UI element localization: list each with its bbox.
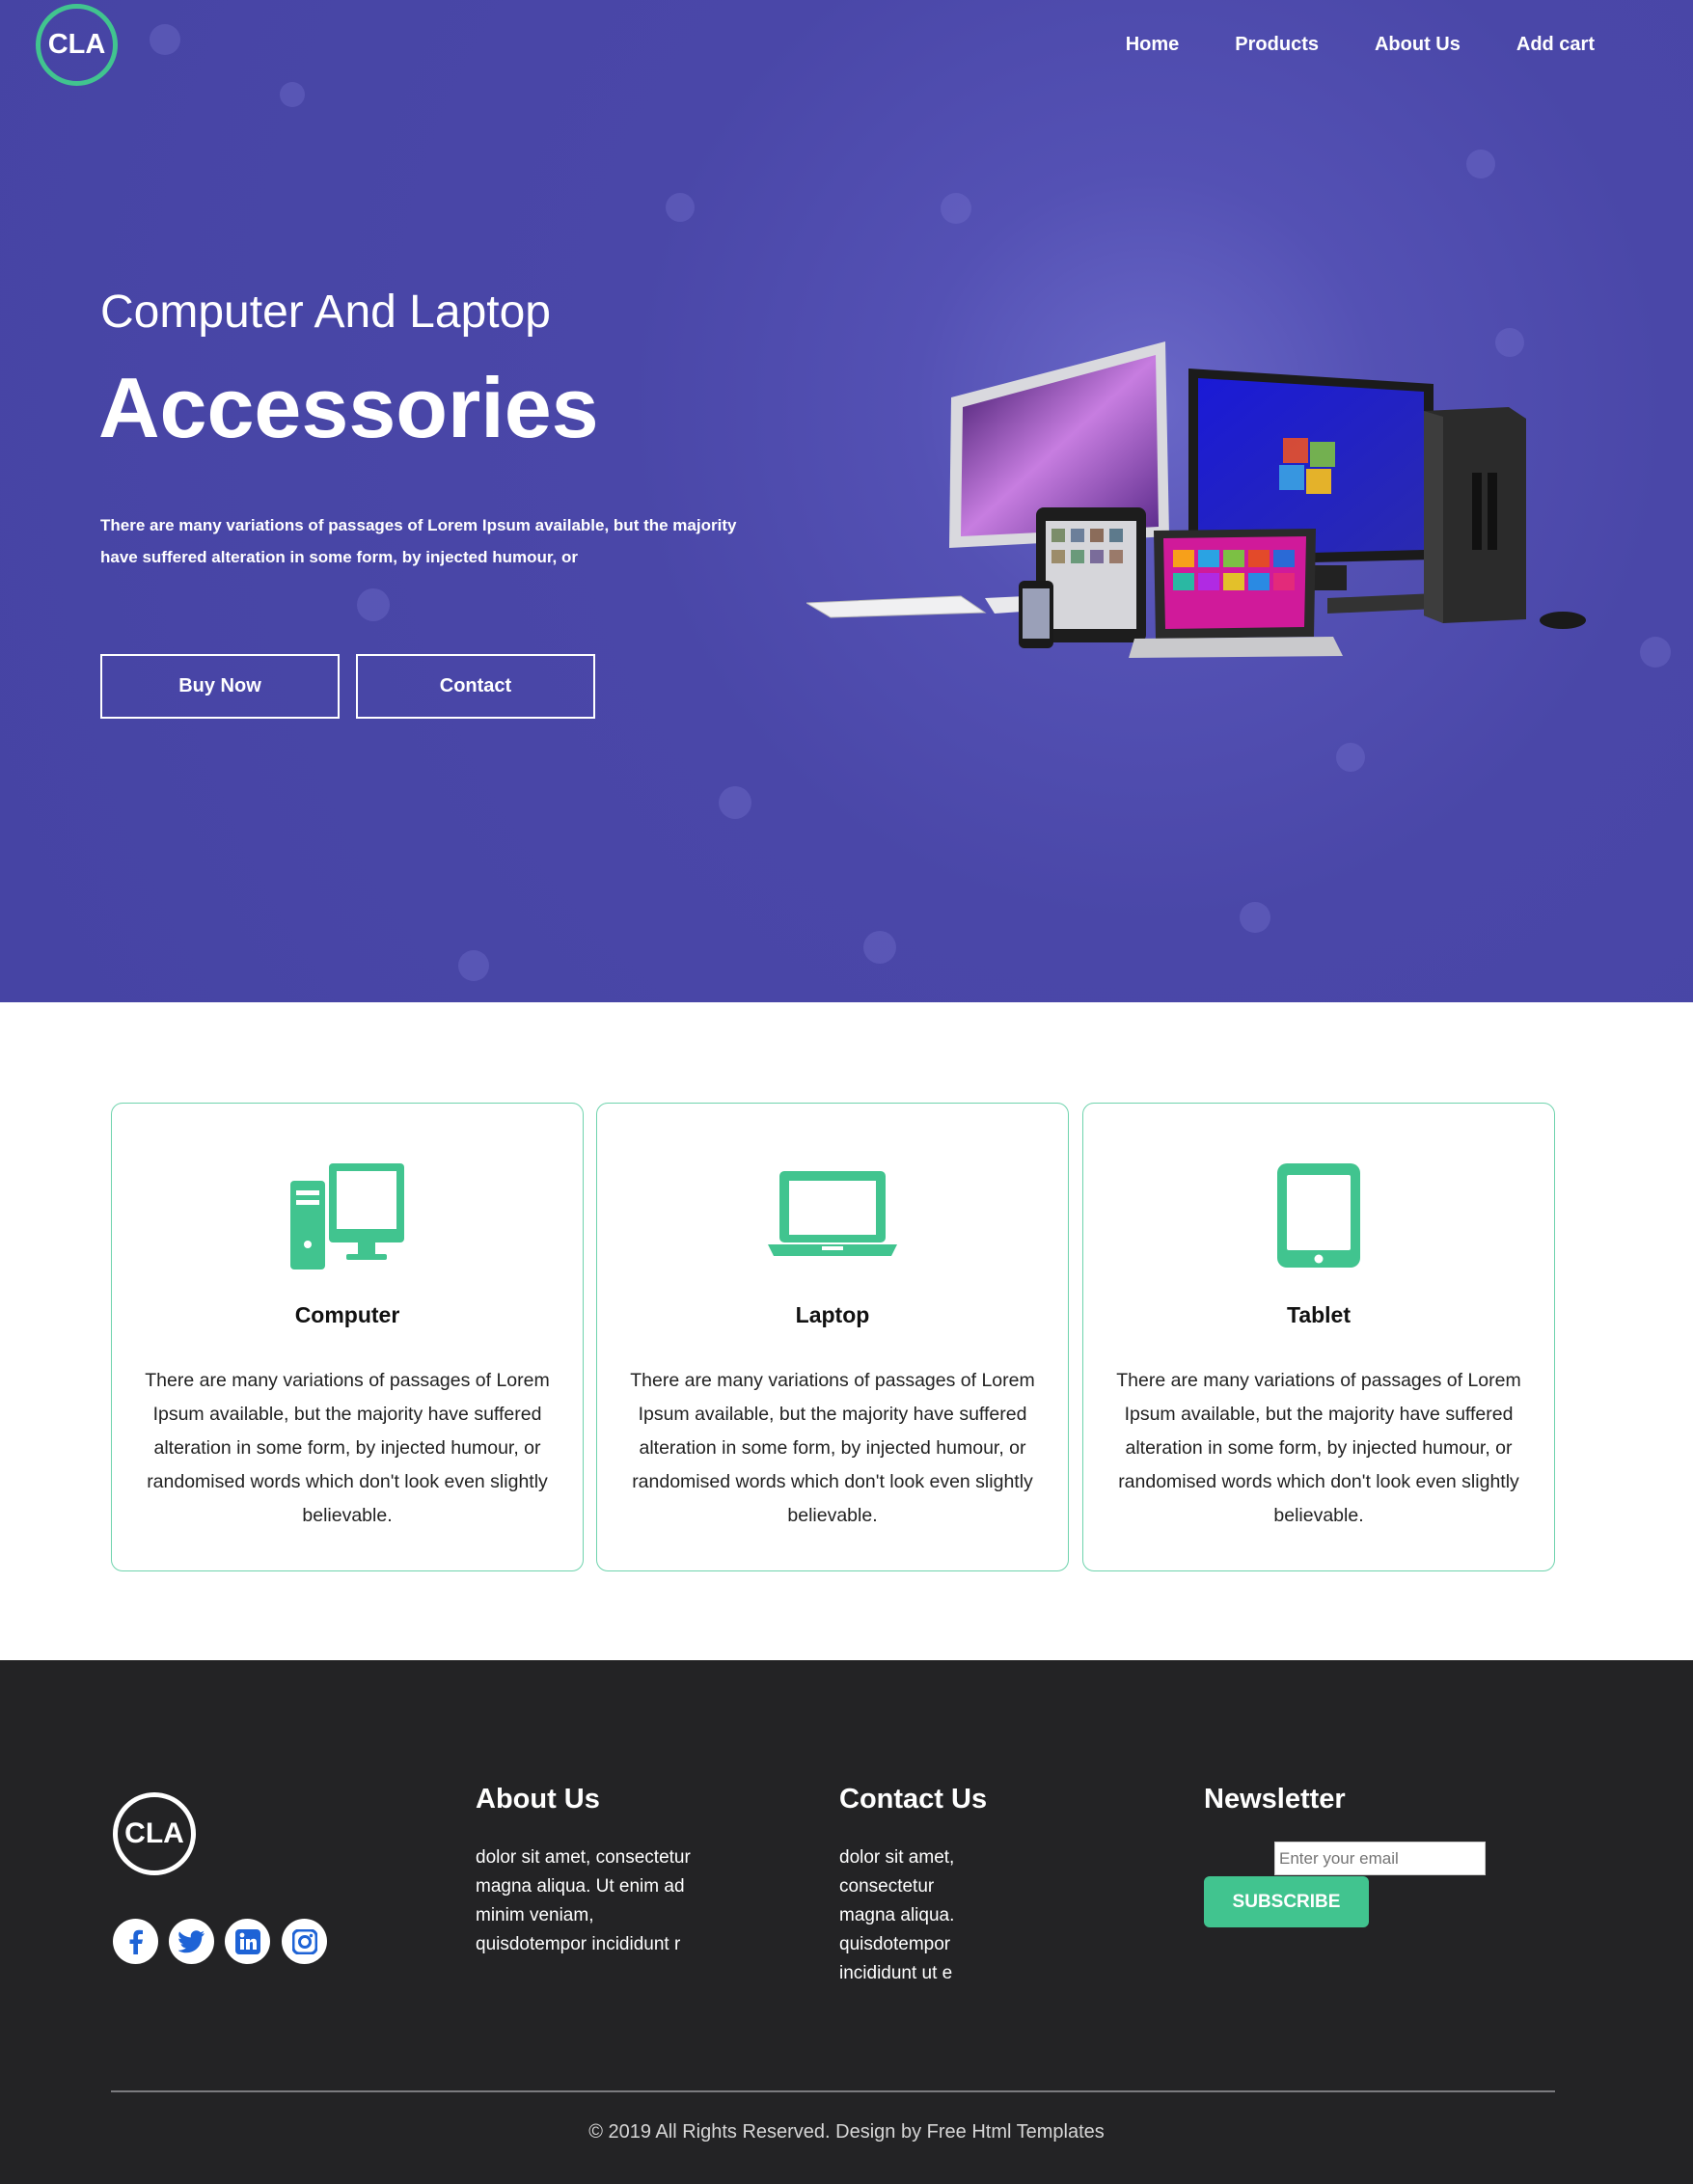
footer-contact-line: magna aliqua. — [839, 1905, 955, 1925]
hero-description: There are many variations of passages of… — [100, 516, 737, 566]
background-bubble — [150, 24, 180, 55]
card-text: There are many variations of passages of… — [145, 1370, 550, 1526]
footer-about-text: dolor sit amet, consectetur magna aliqua… — [476, 1843, 691, 1959]
background-bubble — [357, 588, 390, 621]
background-bubble — [666, 193, 695, 222]
footer-contact-line: incididunt ut e — [839, 1963, 953, 1983]
nav-about-us[interactable]: About Us — [1375, 34, 1461, 56]
hero-subtitle: Computer And Laptop — [100, 287, 551, 338]
footer-about-line: dolor sit amet, consectetur — [476, 1847, 691, 1868]
card-text: There are many variations of passages of… — [1116, 1370, 1521, 1526]
hero-banner: CLA Home Products About Us Add cart Comp… — [0, 0, 1693, 1002]
hero-title: Accessories — [98, 360, 599, 455]
background-bubble — [719, 786, 751, 819]
footer-contact-title: Contact Us — [839, 1784, 988, 1815]
nav-products[interactable]: Products — [1235, 34, 1319, 56]
background-bubble — [941, 193, 971, 224]
devices-illustration — [806, 341, 1586, 658]
background-bubble — [280, 82, 305, 107]
background-bubble — [863, 931, 896, 964]
footer-contact-line: quisdotempor — [839, 1934, 951, 1954]
card-laptop: Laptop There are many variations of pass… — [596, 1103, 1069, 1571]
instagram-icon[interactable] — [282, 1919, 327, 1964]
facebook-icon[interactable] — [113, 1919, 158, 1964]
footer-logo-text: CLA — [124, 1817, 184, 1849]
tablet-icon — [1277, 1163, 1360, 1268]
card-text: There are many variations of passages of… — [630, 1370, 1035, 1526]
footer-contact-line: dolor sit amet, — [839, 1847, 955, 1868]
footer-about-line: minim veniam, — [476, 1905, 594, 1925]
footer-contact-line: consectetur — [839, 1876, 935, 1897]
card-title: Computer — [294, 1302, 400, 1327]
linkedin-icon[interactable] — [225, 1919, 270, 1964]
footer-divider — [111, 2090, 1555, 2092]
main-nav: Home Products About Us Add cart — [1070, 34, 1595, 56]
footer-about-line: magna aliqua. Ut enim ad — [476, 1876, 685, 1897]
footer-newsletter-title: Newsletter — [1204, 1784, 1346, 1815]
footer-logo[interactable]: CLA — [113, 1792, 196, 1875]
footer-about-title: About Us — [476, 1784, 600, 1815]
background-bubble — [1640, 637, 1671, 668]
contact-button[interactable]: Contact — [356, 654, 595, 719]
copyright-text: © 2019 All Rights Reserved. Design by Fr… — [588, 2121, 1105, 2143]
card-title: Laptop — [795, 1302, 870, 1327]
laptop-icon — [768, 1171, 897, 1256]
footer: CLA About Us dolor sit amet, consectetur… — [0, 1660, 1693, 2184]
twitter-icon[interactable] — [169, 1919, 214, 1964]
background-bubble — [1336, 743, 1365, 772]
footer-about-line: quisdotempor incididunt r — [476, 1934, 681, 1954]
background-bubble — [1240, 902, 1270, 933]
footer-contact-text: dolor sit amet, consectetur magna aliqua… — [839, 1843, 954, 1988]
logo-text: CLA — [47, 29, 106, 60]
site-logo[interactable]: CLA — [36, 4, 118, 86]
background-bubble — [1466, 150, 1495, 178]
card-tablet: Tablet There are many variations of pass… — [1082, 1103, 1555, 1571]
nav-add-cart[interactable]: Add cart — [1516, 34, 1595, 56]
subscribe-button[interactable]: SUBSCRIBE — [1204, 1876, 1369, 1927]
buy-now-button[interactable]: Buy Now — [100, 654, 340, 719]
newsletter-email-input[interactable] — [1274, 1842, 1486, 1875]
nav-home[interactable]: Home — [1126, 34, 1180, 56]
desktop-computer-icon — [290, 1163, 404, 1269]
background-bubble — [458, 950, 489, 981]
card-computer: Computer There are many variations of pa… — [111, 1103, 584, 1571]
card-title: Tablet — [1286, 1302, 1352, 1327]
